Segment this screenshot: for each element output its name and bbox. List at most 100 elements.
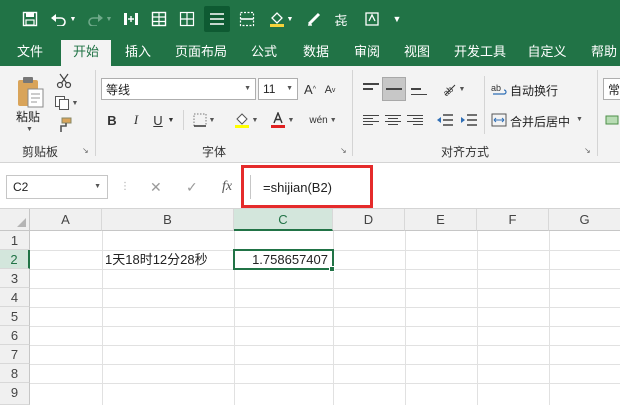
- group-divider: [95, 70, 96, 156]
- tab-developer[interactable]: 开发工具: [448, 38, 512, 66]
- cut-icon[interactable]: [54, 72, 74, 90]
- shrink-font-icon: A: [324, 84, 332, 96]
- row-header-8[interactable]: 8: [0, 364, 30, 383]
- ribbon-tabs: 文件 开始 插入 页面布局 公式 数据 审阅 视图 开发工具 自定义 帮助: [0, 38, 620, 66]
- orientation-icon[interactable]: ab ▼: [436, 79, 470, 99]
- format-painter-icon[interactable]: [54, 116, 74, 134]
- chevron-down-icon: ▼: [94, 183, 101, 190]
- font-color-icon[interactable]: ▼: [268, 111, 296, 129]
- gridline: [30, 383, 620, 384]
- column-header-c[interactable]: C: [234, 209, 333, 231]
- align-icon[interactable]: [204, 6, 230, 32]
- tab-home[interactable]: 开始: [61, 40, 111, 66]
- align-left-icon[interactable]: [360, 111, 382, 129]
- italic-button[interactable]: I: [128, 111, 144, 129]
- font-name-combo[interactable]: 等线 ▼: [101, 78, 256, 100]
- row-header-2[interactable]: 2: [0, 250, 30, 269]
- column-header-f[interactable]: F: [477, 209, 549, 231]
- decrease-indent-icon[interactable]: [434, 111, 456, 129]
- chevron-down-icon: ▼: [244, 85, 251, 92]
- clipboard-group-label: 剪贴板: [22, 145, 59, 159]
- divider: [484, 76, 485, 134]
- increase-indent-icon[interactable]: [458, 111, 480, 129]
- alignment-launcher-icon[interactable]: ↘: [584, 146, 591, 155]
- tab-formulas[interactable]: 公式: [244, 38, 284, 66]
- column-header-a[interactable]: A: [30, 209, 102, 231]
- alignment-group-label: 对齐方式: [441, 145, 490, 159]
- underline-dropdown-icon[interactable]: ▼: [166, 113, 176, 127]
- clear-icon[interactable]: [302, 6, 326, 32]
- currency-icon[interactable]: [604, 111, 620, 129]
- fill-handle[interactable]: [329, 266, 335, 272]
- chevron-down-icon: ▼: [286, 85, 293, 92]
- grid-icon[interactable]: [176, 6, 198, 32]
- phonetic-icon[interactable]: 㐂: [330, 6, 352, 32]
- undo-icon[interactable]: ▼: [48, 6, 78, 32]
- align-center-icon[interactable]: [382, 111, 404, 129]
- save-icon[interactable]: [18, 6, 42, 32]
- column-header-d[interactable]: D: [333, 209, 405, 231]
- shrink-font-button[interactable]: Av: [322, 81, 338, 99]
- paste-button[interactable]: 粘贴: [16, 108, 40, 125]
- merge-center-button[interactable]: 合并后居中: [510, 113, 570, 130]
- fill-color-icon[interactable]: ▼: [232, 111, 260, 129]
- row-header-6[interactable]: 6: [0, 326, 30, 345]
- more-icon[interactable]: ▼: [390, 6, 404, 32]
- resize-handle-icon[interactable]: ⋮: [120, 181, 130, 192]
- column-header-e[interactable]: E: [405, 209, 477, 231]
- underline-button[interactable]: U: [150, 111, 166, 129]
- select-all-button[interactable]: [0, 209, 30, 231]
- redo-icon[interactable]: ▼: [85, 6, 113, 32]
- paste-icon[interactable]: [12, 72, 48, 112]
- tab-data[interactable]: 数据: [296, 38, 336, 66]
- phonetic-guide-button[interactable]: wén ▼: [306, 109, 340, 131]
- tab-page-layout[interactable]: 页面布局: [170, 38, 232, 66]
- merge-center-icon: [490, 110, 508, 130]
- phonetic-label: wén: [309, 114, 328, 126]
- bold-button[interactable]: B: [104, 111, 120, 129]
- cancel-icon[interactable]: ✕: [150, 175, 162, 199]
- font-group-label: 字体: [202, 145, 227, 159]
- highlight-icon[interactable]: [360, 6, 384, 32]
- tab-view[interactable]: 视图: [397, 38, 437, 66]
- tab-file[interactable]: 文件: [10, 38, 50, 66]
- border-icon[interactable]: [236, 6, 258, 32]
- font-size-combo[interactable]: 11 ▼: [258, 78, 298, 100]
- number-format-combo[interactable]: 常: [603, 78, 620, 100]
- wrap-text-button[interactable]: 自动换行: [510, 82, 558, 99]
- tab-help[interactable]: 帮助: [584, 38, 620, 66]
- tab-insert[interactable]: 插入: [118, 38, 158, 66]
- clipboard-launcher-icon[interactable]: ↘: [82, 146, 89, 155]
- table-icon[interactable]: [148, 6, 170, 32]
- cell-b2[interactable]: 1天18时12分28秒: [102, 250, 234, 269]
- borders-icon[interactable]: ▼: [190, 111, 218, 129]
- top-align-icon[interactable]: [360, 79, 382, 99]
- row-header-4[interactable]: 4: [0, 288, 30, 307]
- fill-icon[interactable]: ▼: [266, 6, 296, 32]
- merge-dropdown-icon[interactable]: ▼: [576, 116, 583, 123]
- font-launcher-icon[interactable]: ↘: [340, 146, 347, 155]
- svg-text:ab: ab: [491, 83, 501, 93]
- copy-icon[interactable]: ▼: [52, 94, 80, 112]
- grow-font-button[interactable]: A ^: [302, 79, 318, 99]
- row-header-5[interactable]: 5: [0, 307, 30, 326]
- row-header-9[interactable]: 9: [0, 383, 30, 405]
- column-header-b[interactable]: B: [102, 209, 234, 231]
- insert-function-icon[interactable]: fx: [222, 175, 232, 199]
- gridline: [549, 231, 550, 405]
- paste-dropdown-icon[interactable]: ▼: [26, 126, 33, 133]
- row-header-3[interactable]: 3: [0, 269, 30, 288]
- freeze-icon[interactable]: [120, 6, 142, 32]
- tab-review[interactable]: 审阅: [347, 38, 387, 66]
- row-header-1[interactable]: 1: [0, 231, 30, 250]
- enter-icon[interactable]: ✓: [186, 175, 198, 199]
- name-box[interactable]: C2 ▼: [6, 175, 108, 199]
- bottom-align-icon[interactable]: [408, 79, 430, 99]
- middle-align-icon[interactable]: [382, 77, 406, 101]
- font-size-value: 11: [263, 82, 276, 96]
- align-right-icon[interactable]: [404, 111, 426, 129]
- row-header-7[interactable]: 7: [0, 345, 30, 364]
- tab-custom[interactable]: 自定义: [522, 38, 572, 66]
- gridline: [477, 231, 478, 405]
- column-header-g[interactable]: G: [549, 209, 620, 231]
